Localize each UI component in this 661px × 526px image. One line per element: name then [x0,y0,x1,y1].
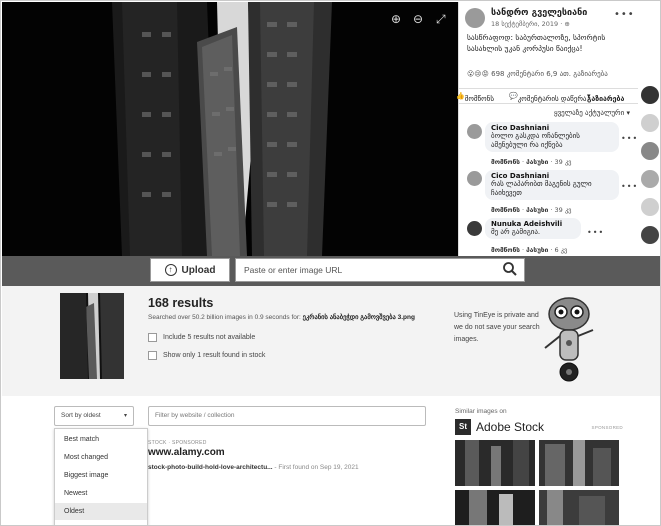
comment-options-icon[interactable]: ••• [621,134,638,143]
search-details: Searched over 50.2 billion images in 0.9… [148,314,415,321]
comment-text: ბოლო გასკდა ოჩანლების ამენებული რა იქნებ… [491,132,580,149]
commenter-avatar[interactable] [467,221,482,236]
reaction-icons: 😮😢😡 [467,70,489,78]
sort-option-most-changed[interactable]: Most changed [55,449,147,466]
adobe-stock-header[interactable]: St Adobe Stock SPONSORED [455,419,623,435]
poster-name[interactable]: სანდრო გველესიანი [491,8,587,18]
upload-button[interactable]: ↑ Upload [150,258,230,282]
comment-text: რას ლაპარიბთ მაგენის გული ჩაიხევეთ [491,180,592,197]
sponsored-label: SPONSORED [591,425,623,430]
privacy-note: Using TinEye is private and we do not sa… [454,312,540,343]
upload-arrow-icon: ↑ [164,264,177,276]
query-image-thumbnail[interactable] [60,293,124,379]
commenter-name[interactable]: Cico Dashniani [491,172,613,180]
comment-options-icon[interactable]: ••• [621,182,638,191]
comment-sort-dropdown[interactable]: ყველაზე აქტუალური ▾ [554,109,630,117]
results-summary: 168 results Searched over 50.2 billion i… [2,286,660,396]
commenter-avatar[interactable] [467,171,482,186]
comment-like-link[interactable]: მომწონს [491,158,520,166]
contact-avatar[interactable] [641,226,659,244]
results-list: Sort by oldest ▾ Filter by website / col… [2,396,660,525]
share-button[interactable]: გაზიარება ▾ [587,92,624,103]
contact-avatar[interactable] [641,142,659,160]
sort-dropdown[interactable]: Sort by oldest ▾ [54,406,134,426]
comment-button[interactable]: 💬 კომენტარის დაწერა [509,92,586,103]
post-date: 18 სექტემბერი, 2019 · ⊕ [491,20,570,28]
post-actions: 👍 მომწონს 💬 კომენტარის დაწერა გაზიარება … [456,88,639,104]
commenter-name[interactable]: Cico Dashniani [491,124,613,132]
comment-bubble: Cico Dashniani ბოლო გასკდა ოჩანლების ამე… [485,122,619,152]
comment-bubble: Cico Dashniani რას ლაპარიბთ მაგენის გული… [485,170,619,200]
leaning-building-photo [2,2,458,256]
reactions-summary[interactable]: 😮😢😡 698 კომენტარი 6,9 ათ. გაზიარება [467,70,637,78]
result-tag: STOCK · SPONSORED [148,440,207,446]
post-text: სასწრაფოდ: საბურთალოზე, სპორტის სასახლის… [467,33,606,53]
stock-only-checkbox[interactable]: Show only 1 result found in stock [148,351,265,360]
comment-options-icon[interactable]: ••• [587,228,604,237]
comment-like-link[interactable]: მომწონს [491,246,520,254]
chat-contacts-strip [638,2,660,256]
query-image [60,293,124,379]
similar-image[interactable] [455,490,535,525]
include-unavailable-checkbox[interactable]: Include 5 results not available [148,333,255,342]
contact-avatar[interactable] [641,170,659,188]
result-file-line: stock-photo-build-hold-love-architectu..… [148,464,359,471]
contact-avatar[interactable] [641,114,659,132]
sort-option-best-match[interactable]: Best match [55,431,147,448]
similar-image[interactable] [539,490,619,525]
robot-mascot-icon [544,297,594,382]
image-url-input[interactable]: Paste or enter image URL [235,258,525,282]
comment-bubble: Nunuka Adeishvili მე არ გამიგია. [485,218,581,239]
results-count: 168 results [148,296,214,310]
similar-image[interactable] [539,440,619,486]
facebook-photo[interactable]: ⊕ ⊖ ⤢ [2,2,458,256]
sort-option-newest[interactable]: Newest [55,485,147,502]
comment-reply-link[interactable]: პასუხი [526,246,548,254]
fullscreen-icon[interactable]: ⤢ [436,12,446,27]
contact-avatar[interactable] [641,198,659,216]
search-icon[interactable] [502,261,518,277]
comment-like-link[interactable]: მომწონს [491,206,520,214]
commenter-avatar[interactable] [467,124,482,139]
facebook-post-panel: სანდრო გველესიანი 18 სექტემბერი, 2019 · … [456,2,639,256]
comment-reply-link[interactable]: პასუხი [526,206,548,214]
tineye-search-bar: ↑ Upload Paste or enter image URL [2,256,660,286]
adobe-stock-name: Adobe Stock [476,420,545,434]
like-button[interactable]: 👍 მომწონს [456,92,494,103]
comment-actions: მომწონს · პასუხი · 39 კვ [491,158,572,166]
filter-collection-input[interactable]: Filter by website / collection [148,406,426,426]
result-site-link[interactable]: www.alamy.com [148,447,225,458]
sort-option-oldest[interactable]: Oldest [55,503,147,520]
zoom-in-icon[interactable]: ⊕ [391,12,401,26]
poster-avatar[interactable] [465,8,485,28]
screenshot-frame: ⊕ ⊖ ⤢ სანდრო გველესიანი 18 სექტემბერი, 2… [0,0,661,526]
sort-options-menu: Best match Most changed Biggest image Ne… [54,428,148,525]
result-file-link[interactable]: stock-photo-build-hold-love-architectu..… [148,464,273,471]
similar-images-title: Similar images on [455,408,507,415]
adobe-stock-logo: St [455,419,471,435]
similar-image[interactable] [455,440,535,486]
more-options-icon[interactable]: ••• [614,9,635,20]
commenter-name[interactable]: Nunuka Adeishvili [491,220,575,228]
comment-reply-link[interactable]: პასუხი [526,158,548,166]
comment-actions: მომწონს · პასუხი · 6 კვ [491,246,568,254]
sort-option-biggest-image[interactable]: Biggest image [55,467,147,484]
contact-avatar[interactable] [641,86,659,104]
zoom-out-icon[interactable]: ⊖ [413,12,423,26]
comment-text: მე არ გამიგია. [491,228,541,236]
globe-icon: ⊕ [564,20,570,28]
chevron-down-icon: ▾ [123,413,127,419]
comment-actions: მომწონს · პასუხი · 39 კვ [491,206,572,214]
